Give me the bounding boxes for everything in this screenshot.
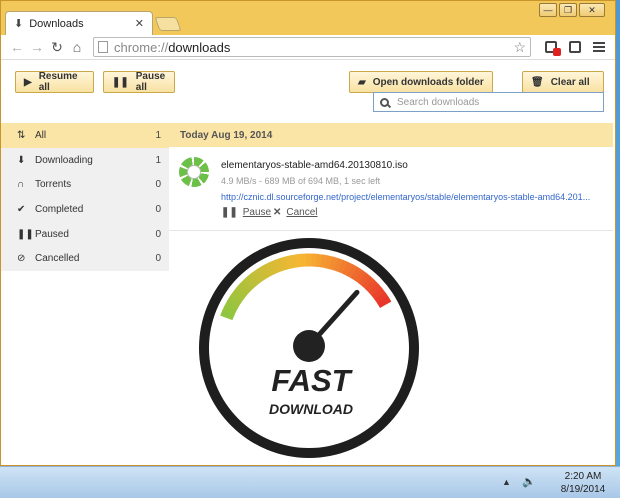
filter-sidebar: ⇅ All 1 ⬇ Downloading 1 ∩ Torrents 0 ✔ Completed 0 ❚…: [1, 123, 169, 271]
sidebar-item-completed[interactable]: ✔ Completed 0: [1, 197, 169, 222]
title-bar: ⬇ Downloads ✕ — ❐ ✕: [1, 1, 615, 35]
gauge-text-download: DOWNLOAD: [269, 401, 353, 417]
close-window-button[interactable]: ✕: [579, 3, 605, 17]
download-arrow-icon: ⬇: [17, 154, 26, 166]
url-scheme: chrome://: [114, 39, 169, 55]
cancel-x-icon: ✕: [273, 207, 282, 218]
extension-box: [569, 41, 581, 53]
clear-all-button[interactable]: 🗑 Clear all: [522, 71, 604, 93]
cancel-download-link[interactable]: ✕ Cancel: [273, 207, 318, 218]
new-tab-button[interactable]: [154, 17, 182, 31]
browser-toolbar: ← → ↻ ⌂ chrome:// downloads ☆: [1, 35, 615, 59]
pause-icon: ❚❚: [17, 228, 34, 240]
extension-badge: [553, 48, 561, 56]
browser-window: ⬇ Downloads ✕ — ❐ ✕ ← → ↻ ⌂ chrome:// do…: [0, 0, 616, 466]
back-arrow-icon[interactable]: ←: [7, 39, 27, 55]
search-input[interactable]: [397, 96, 597, 108]
magnet-icon: ∩: [17, 179, 25, 191]
sidebar-item-label: Completed: [35, 203, 84, 215]
download-item: elementaryos-stable-amd64.20130810.iso 4…: [169, 147, 613, 231]
window-controls: — ❐ ✕: [539, 3, 605, 17]
pause-download-link[interactable]: ❚❚ Pause: [221, 207, 271, 218]
clock-time: 2:20 AM: [564, 471, 602, 482]
bookmark-star-icon[interactable]: ☆: [513, 39, 526, 56]
sidebar-item-label: All: [35, 129, 47, 141]
file-type-icon: [179, 157, 209, 187]
sidebar-item-label: Cancelled: [35, 253, 80, 265]
sidebar-item-count: 1: [155, 154, 161, 166]
sidebar-item-count: 0: [155, 228, 161, 240]
sidebar-item-label: Paused: [35, 228, 69, 240]
cancel-link-label: Cancel: [286, 207, 318, 218]
image-extension-icon[interactable]: [565, 38, 585, 56]
download-icon: ⬇: [14, 18, 24, 30]
sidebar-item-label: Downloading: [35, 154, 93, 166]
gauge-text-fast: FAST: [271, 363, 353, 398]
open-folder-label: Open downloads folder: [372, 76, 484, 88]
speaker-icon[interactable]: 🔈: [522, 475, 536, 488]
address-bar[interactable]: chrome:// downloads ☆: [93, 37, 531, 57]
search-box[interactable]: [373, 92, 604, 112]
fast-download-gauge: FAST DOWNLOAD: [199, 238, 419, 458]
reload-icon[interactable]: ↻: [47, 39, 67, 56]
icon-center: [187, 165, 201, 179]
tray-expand-icon[interactable]: ▲: [502, 477, 511, 487]
url-path: downloads: [168, 39, 231, 55]
pause-small-icon: ❚❚: [221, 207, 238, 218]
hamburger-lines: [593, 42, 605, 52]
forward-arrow-icon[interactable]: →: [27, 39, 47, 55]
play-icon: ▶: [24, 76, 32, 88]
gauge-arc-segment: [377, 296, 392, 309]
trash-icon: 🗑: [531, 76, 544, 88]
download-extension-icon[interactable]: [541, 38, 561, 56]
maximize-button[interactable]: ❐: [559, 3, 577, 17]
sidebar-item-count: 0: [155, 203, 161, 215]
sidebar-item-count: 1: [155, 129, 161, 141]
sidebar-item-count: 0: [155, 253, 161, 265]
sort-icon: ⇅: [17, 129, 26, 141]
search-icon: [380, 97, 389, 107]
clock-date: 8/19/2014: [560, 484, 606, 495]
pause-all-button[interactable]: ❚❚ Pause all: [103, 71, 175, 93]
pause-icon: ❚❚: [112, 76, 129, 88]
resume-all-label: Resume all: [38, 71, 78, 93]
page-icon: [98, 41, 108, 53]
system-clock[interactable]: 2:20 AM 8/19/2014: [556, 470, 610, 496]
sidebar-item-torrents[interactable]: ∩ Torrents 0: [1, 172, 169, 197]
gauge-hub: [293, 330, 325, 362]
menu-icon[interactable]: [589, 38, 609, 56]
tab-title: Downloads: [29, 17, 84, 30]
cancel-icon: ⊘: [17, 253, 26, 265]
checkmark-icon: ✔: [17, 203, 26, 215]
download-status: 4.9 MB/s - 689 MB of 694 MB, 1 sec left: [221, 176, 381, 186]
pause-all-label: Pause all: [135, 71, 166, 93]
pause-link-label: Pause: [242, 207, 272, 218]
resume-all-button[interactable]: ▶ Resume all: [15, 71, 94, 93]
sidebar-item-downloading[interactable]: ⬇ Downloading 1: [1, 148, 169, 173]
folder-icon: ▰: [358, 76, 366, 88]
downloads-page: ▶ Resume all ❚❚ Pause all ▰ Open downloa…: [1, 59, 615, 465]
sidebar-item-label: Torrents: [35, 179, 72, 191]
sidebar-item-cancelled[interactable]: ⊘ Cancelled 0: [1, 246, 169, 271]
taskbar: ▲ 🔈 2:20 AM 8/19/2014: [0, 466, 620, 498]
download-url-link[interactable]: http://cznic.dl.sourceforge.net/project/…: [221, 192, 590, 202]
clear-all-label: Clear all: [550, 76, 590, 88]
sidebar-item-all[interactable]: ⇅ All 1: [1, 123, 169, 148]
minimize-button[interactable]: —: [539, 3, 557, 17]
download-filename: elementaryos-stable-amd64.20130810.iso: [221, 160, 408, 171]
open-downloads-folder-button[interactable]: ▰ Open downloads folder: [349, 71, 493, 93]
sidebar-item-paused[interactable]: ❚❚ Paused 0: [1, 222, 169, 247]
sidebar-item-count: 0: [155, 179, 161, 191]
tab-downloads[interactable]: ⬇ Downloads ✕: [5, 11, 153, 35]
tab-close-icon[interactable]: ✕: [135, 17, 144, 30]
date-header: Today Aug 19, 2014: [169, 123, 613, 147]
home-icon[interactable]: ⌂: [67, 39, 87, 55]
